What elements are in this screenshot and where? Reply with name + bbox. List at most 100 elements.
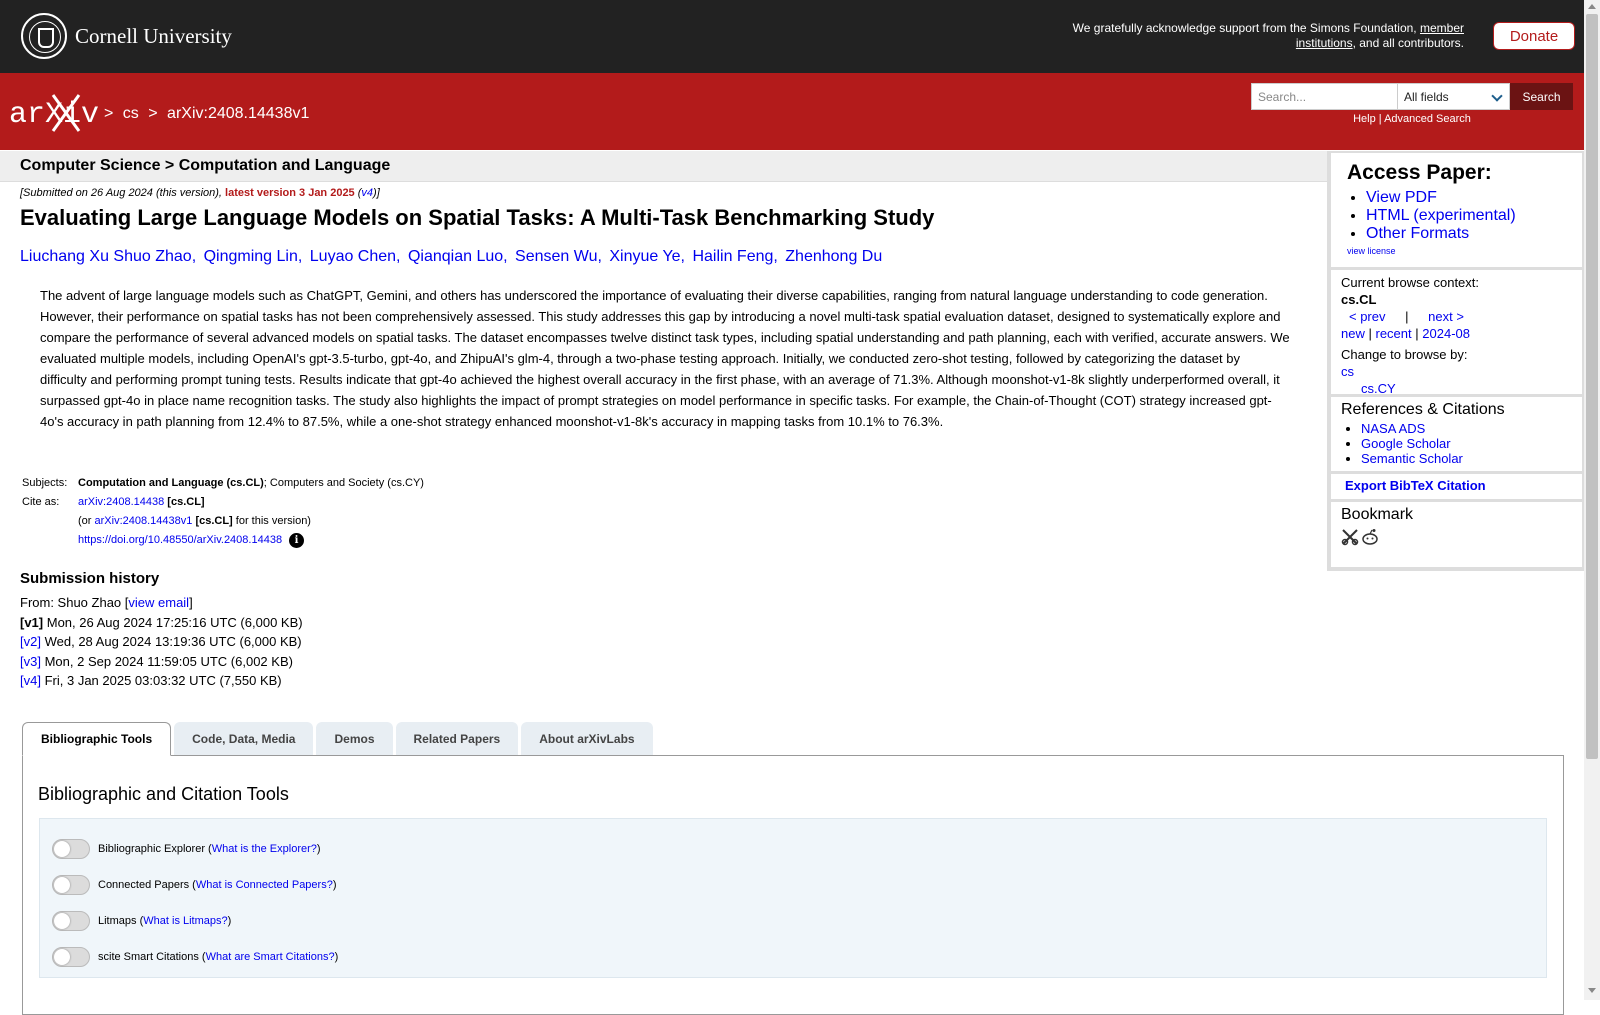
top-bar: Cornell University We gratefully acknowl…: [0, 0, 1584, 73]
other-formats-link[interactable]: Other Formats: [1366, 225, 1469, 242]
scroll-up-arrow-icon[interactable]: [1588, 4, 1596, 9]
author-link[interactable]: Sensen Wu,: [515, 248, 602, 265]
references-title: References & Citations: [1341, 401, 1505, 418]
view-pdf-link[interactable]: View PDF: [1366, 189, 1437, 206]
scroll-down-arrow-icon[interactable]: [1588, 988, 1596, 993]
tab-bibliographic-tools[interactable]: Bibliographic Tools: [22, 722, 172, 756]
bookmark-title: Bookmark: [1341, 506, 1414, 523]
paper-title: Evaluating Large Language Models on Spat…: [20, 205, 935, 230]
cornell-seal-icon: [21, 13, 67, 59]
history-from: From: Shuo Zhao [view email]: [20, 595, 193, 610]
author-link[interactable]: Liuchang Xu Shuo Zhao,: [20, 248, 196, 265]
tool-help-link[interactable]: What is Litmaps?: [143, 915, 227, 927]
author-list: Liuchang Xu Shuo Zhao, Qingming Lin, Luy…: [20, 248, 885, 266]
tool-row: scite Smart Citations (What are Smart Ci…: [40, 939, 1546, 975]
html-link[interactable]: HTML (experimental): [1366, 207, 1516, 224]
toggle-switch[interactable]: [52, 947, 90, 967]
latest-version-note: latest version 3 Jan 2025: [225, 187, 355, 199]
submission-dateline: [Submitted on 26 Aug 2024 (this version)…: [20, 187, 380, 199]
search-field-select[interactable]: All fields: [1397, 83, 1510, 110]
version-link[interactable]: [v4]: [20, 673, 41, 688]
version-link[interactable]: [v2]: [20, 634, 41, 649]
toggle-switch[interactable]: [52, 839, 90, 859]
access-paper-box: Access Paper: View PDF HTML (experimenta…: [1331, 153, 1582, 267]
donate-button[interactable]: Donate: [1493, 22, 1575, 50]
chevron-down-icon: [1491, 90, 1503, 102]
breadcrumb-cs[interactable]: cs: [123, 105, 139, 122]
references-box: References & Citations NASA ADS Google S…: [1331, 397, 1582, 471]
reddit-icon[interactable]: [1361, 528, 1379, 546]
search-button[interactable]: Search: [1510, 83, 1573, 110]
abstract: The advent of large language models such…: [40, 288, 1290, 429]
nasa-ads-link[interactable]: NASA ADS: [1361, 421, 1425, 436]
history-version-row: [v1] Mon, 26 Aug 2024 17:25:16 UTC (6,00…: [20, 614, 303, 630]
doi-row: https://doi.org/10.48550/arXiv.2408.1443…: [20, 533, 424, 548]
prev-link[interactable]: < prev: [1349, 309, 1386, 324]
toggle-switch[interactable]: [52, 875, 90, 895]
arxiv-logo-text: arXiv: [9, 98, 99, 132]
doi-link[interactable]: https://doi.org/10.48550/arXiv.2408.1443…: [78, 533, 282, 548]
access-paper-title: Access Paper:: [1347, 161, 1492, 184]
breadcrumb: > cs > arXiv:2408.14438v1: [104, 105, 310, 122]
tab-panel: Bibliographic and Citation Tools Bibliog…: [22, 755, 1564, 1015]
tool-help-link[interactable]: What are Smart Citations?: [206, 951, 335, 963]
tab-code-data-media[interactable]: Code, Data, Media: [174, 722, 314, 756]
cite-id-link[interactable]: arXiv:2408.14438: [78, 496, 164, 508]
arxiv-logo-icon[interactable]: arXiv: [9, 93, 101, 133]
author-link[interactable]: Qingming Lin,: [204, 248, 303, 265]
version-link[interactable]: [v3]: [20, 654, 41, 669]
tool-help-link[interactable]: What is the Explorer?: [212, 843, 317, 855]
arxiv-header: arXiv > cs > arXiv:2408.14438v1 All fiel…: [0, 73, 1584, 150]
semantic-scholar-link[interactable]: Semantic Scholar: [1361, 451, 1463, 466]
tools-title: Bibliographic and Citation Tools: [38, 784, 289, 804]
toggle-switch[interactable]: [52, 911, 90, 931]
tool-row: Litmaps (What is Litmaps?): [40, 903, 1546, 939]
advanced-search-link[interactable]: Advanced Search: [1384, 113, 1471, 125]
info-icon[interactable]: i: [289, 533, 305, 548]
search-input[interactable]: [1251, 83, 1397, 110]
bookmark-box: Bookmark: [1331, 502, 1582, 567]
tool-row: Connected Papers (What is Connected Pape…: [40, 867, 1546, 903]
bibsonomy-icon[interactable]: [1341, 528, 1359, 546]
tool-row: Bibliographic Explorer (What is the Expl…: [40, 831, 1546, 867]
category-heading: Computer Science > Computation and Langu…: [0, 151, 1327, 182]
metadata-table: Subjects: Computation and Language (cs.C…: [20, 476, 424, 552]
next-link[interactable]: next >: [1428, 309, 1464, 324]
support-text: We gratefully acknowledge support from t…: [1072, 21, 1464, 50]
author-link[interactable]: Qianqian Luo,: [408, 248, 508, 265]
browse-cs-link[interactable]: cs: [1341, 364, 1354, 379]
author-link[interactable]: Luyao Chen,: [310, 248, 401, 265]
cite-version-row: (or arXiv:2408.14438v1 [cs.CL] for this …: [78, 515, 311, 527]
view-email-link[interactable]: view email: [128, 595, 189, 610]
google-scholar-link[interactable]: Google Scholar: [1361, 436, 1451, 451]
scroll-thumb[interactable]: [1586, 14, 1598, 759]
author-link[interactable]: Zhenhong Du: [785, 248, 882, 265]
month-link[interactable]: 2024-08: [1422, 326, 1470, 341]
browse-cscy-link[interactable]: cs.CY: [1361, 381, 1396, 396]
cornell-logo[interactable]: Cornell University: [21, 13, 232, 59]
history-version-row: [v2] Wed, 28 Aug 2024 13:19:36 UTC (6,00…: [20, 634, 302, 650]
history-version-row: [v4] Fri, 3 Jan 2025 03:03:32 UTC (7,550…: [20, 673, 282, 689]
tool-help-link[interactable]: What is Connected Papers?: [196, 879, 333, 891]
author-link[interactable]: Xinyue Ye,: [609, 248, 685, 265]
recent-link[interactable]: recent: [1376, 326, 1412, 341]
primary-subject: Computation and Language (cs.CL): [78, 477, 264, 489]
tools-list: Bibliographic Explorer (What is the Expl…: [39, 818, 1547, 978]
tab-demos[interactable]: Demos: [316, 722, 393, 756]
submission-history-title: Submission history: [20, 570, 160, 587]
cite-version-link[interactable]: arXiv:2408.14438v1: [95, 515, 193, 527]
help-link[interactable]: Help: [1353, 113, 1376, 125]
browse-context-box: Current browse context: cs.CL < prev | n…: [1331, 270, 1582, 396]
labs-tabs: Bibliographic Tools Code, Data, Media De…: [22, 722, 656, 756]
new-link[interactable]: new: [1341, 326, 1365, 341]
page-scrollbar[interactable]: [1584, 0, 1600, 1000]
tab-about-arxivlabs[interactable]: About arXivLabs: [521, 722, 653, 756]
submission-history: From: Shuo Zhao [view email] [v1] Mon, 2…: [20, 593, 303, 691]
export-bibtex-link[interactable]: Export BibTeX Citation: [1345, 478, 1486, 493]
bibtex-box: Export BibTeX Citation: [1331, 474, 1582, 499]
cite-row: Cite as: arXiv:2408.14438 [cs.CL]: [22, 496, 205, 508]
view-license-link[interactable]: view license: [1347, 246, 1566, 256]
latest-version-link[interactable]: v4: [361, 187, 373, 199]
author-link[interactable]: Hailin Feng,: [692, 248, 777, 265]
tab-related-papers[interactable]: Related Papers: [395, 722, 519, 756]
